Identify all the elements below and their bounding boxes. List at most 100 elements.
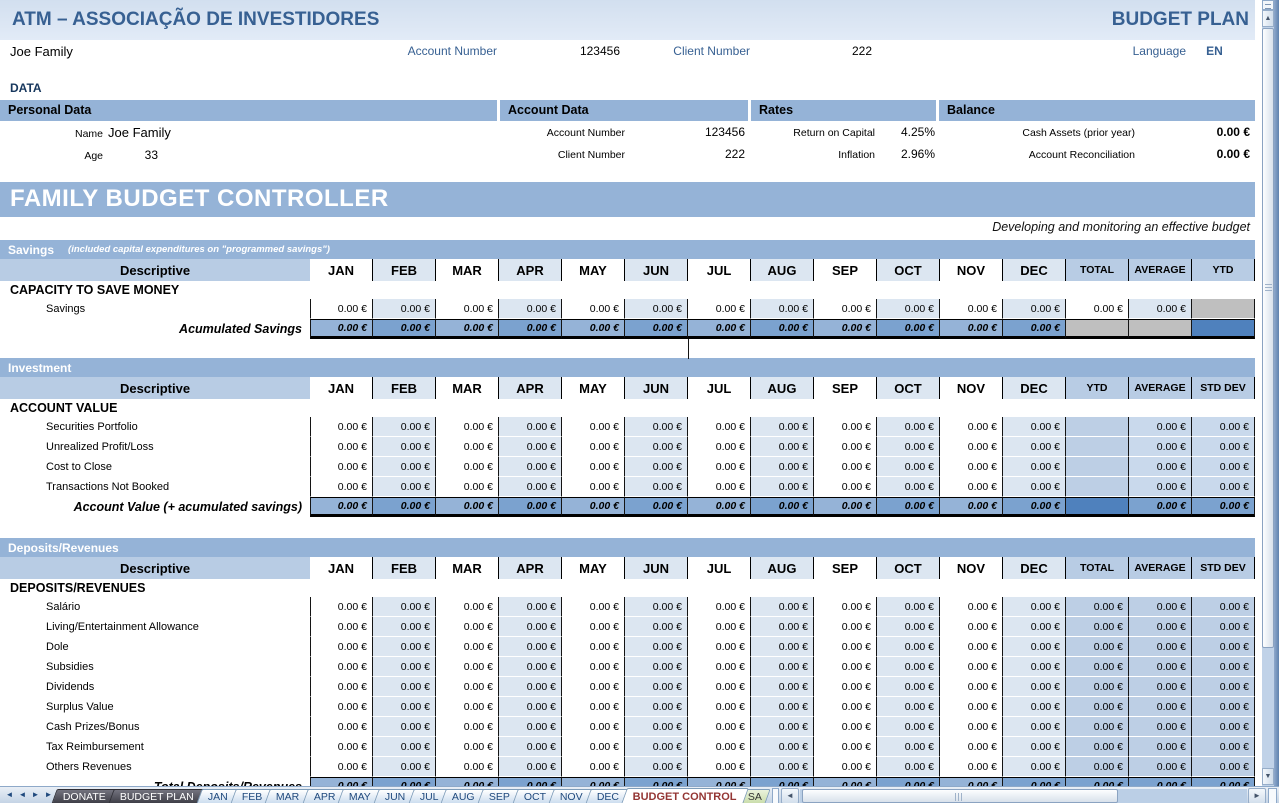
value-cell[interactable]: 0.00 € [814, 437, 877, 457]
value-cell[interactable]: 0.00 € [940, 299, 1003, 319]
total-value-cell[interactable]: 0.00 € [373, 319, 436, 339]
row-label[interactable]: Cash Prizes/Bonus [0, 717, 310, 737]
value-cell[interactable]: 0.00 € [562, 597, 625, 617]
value-cell[interactable]: 0.00 € [436, 477, 499, 497]
value-cell[interactable]: 0.00 € [625, 597, 688, 617]
summary-cell[interactable]: 0.00 € [1129, 697, 1192, 717]
value-cell[interactable]: 0.00 € [499, 437, 562, 457]
total-value-cell[interactable]: 0.00 € [436, 497, 499, 517]
summary-cell[interactable]: 0.00 € [1192, 737, 1255, 757]
column-header-month[interactable]: AUG [751, 557, 814, 579]
client-number-value[interactable]: 222 [752, 44, 872, 58]
column-header-month[interactable]: JAN [310, 259, 373, 281]
value-cell[interactable]: 0.00 € [373, 617, 436, 637]
total-value-cell[interactable]: 0.00 € [688, 319, 751, 339]
column-header-descriptive[interactable]: Descriptive [0, 557, 310, 579]
value-cell[interactable]: 0.00 € [436, 677, 499, 697]
value-cell[interactable]: 0.00 € [625, 637, 688, 657]
column-header-month[interactable]: MAY [562, 557, 625, 579]
language-value[interactable]: EN [1192, 44, 1237, 58]
value-cell[interactable]: 0.00 € [499, 597, 562, 617]
summary-cell[interactable]: 0.00 € [1129, 757, 1192, 777]
value-cell[interactable]: 0.00 € [625, 437, 688, 457]
total-label[interactable]: Account Value (+ acumulated savings) [0, 497, 310, 517]
value-cell[interactable]: 0.00 € [940, 657, 1003, 677]
value-cell[interactable]: 0.00 € [751, 617, 814, 637]
summary-cell[interactable] [1066, 477, 1129, 497]
value-cell[interactable]: 0.00 € [562, 757, 625, 777]
value-cell[interactable]: 0.00 € [1003, 617, 1066, 637]
value-cell[interactable]: 0.00 € [877, 437, 940, 457]
column-header-month[interactable]: NOV [940, 377, 1003, 399]
summary-cell[interactable]: 0.00 € [1066, 597, 1129, 617]
value-cell[interactable]: 0.00 € [751, 299, 814, 319]
value-cell[interactable]: 0.00 € [940, 457, 1003, 477]
column-header-month[interactable]: SEP [814, 377, 877, 399]
column-header-month[interactable]: FEB [373, 557, 436, 579]
summary-cell[interactable]: 0.00 € [1192, 457, 1255, 477]
value-cell[interactable]: 0.00 € [310, 697, 373, 717]
value-cell[interactable]: 0.00 € [625, 697, 688, 717]
value-cell[interactable]: 0.00 € [625, 657, 688, 677]
row-label[interactable]: Dole [0, 637, 310, 657]
column-header-month[interactable]: MAY [562, 259, 625, 281]
tab-split-handle[interactable] [772, 788, 779, 803]
value-cell[interactable]: 0.00 € [310, 657, 373, 677]
row-label[interactable]: Unrealized Profit/Loss [0, 437, 310, 457]
summary-cell[interactable] [1192, 299, 1255, 319]
summary-cell[interactable] [1066, 417, 1129, 437]
value-cell[interactable]: 0.00 € [1003, 757, 1066, 777]
value-cell[interactable]: 0.00 € [373, 697, 436, 717]
value-cell[interactable]: 0.00 € [877, 457, 940, 477]
value-cell[interactable]: 0.00 € [688, 457, 751, 477]
column-header-month[interactable]: DEC [1003, 377, 1066, 399]
summary-cell[interactable]: 0.00 € [1066, 657, 1129, 677]
column-header-summary[interactable]: STD DEV [1192, 557, 1255, 579]
value-cell[interactable]: 0.00 € [499, 477, 562, 497]
value-cell[interactable]: 0.00 € [436, 637, 499, 657]
column-header-month[interactable]: AUG [751, 259, 814, 281]
value-cell[interactable]: 0.00 € [1003, 637, 1066, 657]
total-value-cell[interactable]: 0.00 € [499, 497, 562, 517]
total-value-cell[interactable]: 0.00 € [562, 497, 625, 517]
column-header-summary[interactable]: STD DEV [1192, 377, 1255, 399]
client-name[interactable]: Joe Family [10, 44, 73, 59]
value-cell[interactable]: 0.00 € [751, 457, 814, 477]
summary-cell[interactable]: 0.00 € [1192, 717, 1255, 737]
total-value-cell[interactable]: 0.00 € [625, 319, 688, 339]
value-cell[interactable]: 0.00 € [562, 457, 625, 477]
row-label[interactable]: Securities Portfolio [0, 417, 310, 437]
summary-cell[interactable]: 0.00 € [1192, 437, 1255, 457]
summary-cell[interactable]: 0.00 € [1129, 597, 1192, 617]
column-header-month[interactable]: APR [499, 259, 562, 281]
value-cell[interactable]: 0.00 € [1003, 437, 1066, 457]
value-cell[interactable]: 0.00 € [1003, 657, 1066, 677]
value-cell[interactable]: 0.00 € [373, 737, 436, 757]
value-cell[interactable]: 0.00 € [436, 697, 499, 717]
scroll-right-icon[interactable]: ► [1248, 788, 1266, 803]
value-cell[interactable]: 0.00 € [373, 437, 436, 457]
value-cell[interactable]: 0.00 € [940, 677, 1003, 697]
value-cell[interactable]: 0.00 € [940, 477, 1003, 497]
value-cell[interactable]: 0.00 € [751, 597, 814, 617]
value-cell[interactable]: 0.00 € [1003, 697, 1066, 717]
column-header-month[interactable]: JAN [310, 377, 373, 399]
row-label[interactable]: Dividends [0, 677, 310, 697]
value-cell[interactable]: 0.00 € [373, 637, 436, 657]
value-cell[interactable]: 0.00 € [877, 737, 940, 757]
row-label[interactable]: Tax Reimbursement [0, 737, 310, 757]
summary-cell[interactable]: 0.00 € [1066, 299, 1129, 319]
total-value-cell[interactable]: 0.00 € [562, 319, 625, 339]
value-cell[interactable]: 0.00 € [1003, 737, 1066, 757]
column-header-month[interactable]: APR [499, 377, 562, 399]
summary-cell[interactable]: 0.00 € [1129, 657, 1192, 677]
value-cell[interactable]: 0.00 € [940, 617, 1003, 637]
column-header-month[interactable]: JAN [310, 557, 373, 579]
value-cell[interactable]: 0.00 € [877, 697, 940, 717]
row-label[interactable]: Cost to Close [0, 457, 310, 477]
value-cell[interactable]: 0.00 € [373, 477, 436, 497]
next-sheet-icon[interactable]: ► [29, 788, 42, 801]
total-value-cell[interactable]: 0.00 € [688, 497, 751, 517]
column-header-summary[interactable]: TOTAL [1066, 557, 1129, 579]
column-header-month[interactable]: SEP [814, 557, 877, 579]
